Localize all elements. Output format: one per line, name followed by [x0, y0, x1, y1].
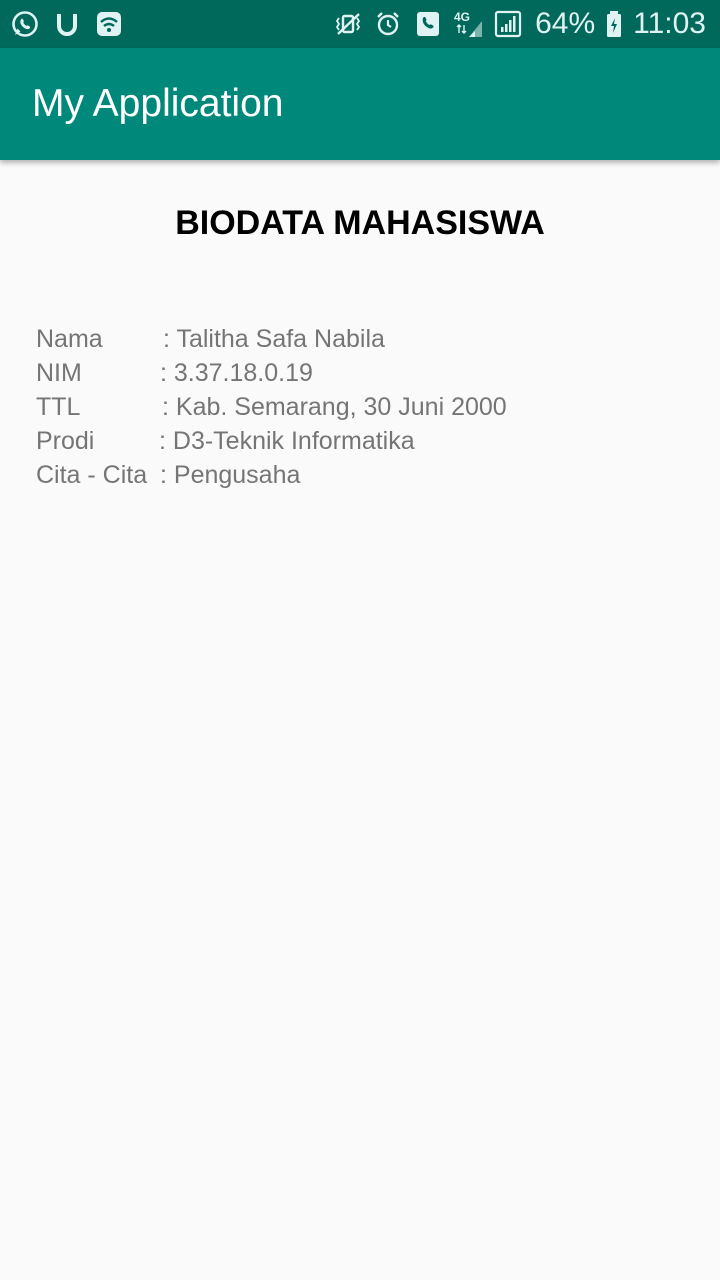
svg-text:4G: 4G: [454, 10, 470, 24]
status-bar-system: 4G 64% 11:03: [333, 0, 706, 48]
biodata-value: : Talitha Safa Nabila: [163, 325, 385, 353]
cellular-signal-icon: [493, 9, 523, 39]
wifi-icon: [94, 9, 124, 39]
vibrate-icon: [333, 9, 363, 39]
biodata-value: : Kab. Semarang, 30 Juni 2000: [162, 393, 507, 421]
biodata-value: : D3-Teknik Informatika: [159, 427, 415, 455]
alarm-icon: [373, 9, 403, 39]
biodata-label: Cita - Cita: [36, 461, 148, 489]
biodata-value: : Pengusaha: [160, 461, 301, 489]
biodata-label: Nama: [36, 325, 103, 353]
u-app-icon: [52, 9, 82, 39]
status-bar-notifications: [10, 9, 124, 39]
status-bar: 4G 64% 11:03: [0, 0, 720, 48]
biodata-label: TTL: [36, 393, 81, 421]
biodata-value: : 3.37.18.0.19: [160, 359, 313, 387]
signal-4g-icon: 4G: [453, 9, 483, 39]
battery-charging-icon: [605, 9, 623, 39]
clock-time: 11:03: [633, 7, 706, 40]
page-heading: BIODATA MAHASISWA: [175, 204, 545, 242]
battery-percent: 64%: [535, 7, 596, 40]
biodata-label: NIM: [36, 359, 82, 387]
call-icon: [413, 9, 443, 39]
app-title: My Application: [32, 82, 284, 125]
whatsapp-icon: [10, 9, 40, 39]
biodata-label: Prodi: [36, 427, 95, 455]
app-bar: My Application: [0, 48, 720, 160]
